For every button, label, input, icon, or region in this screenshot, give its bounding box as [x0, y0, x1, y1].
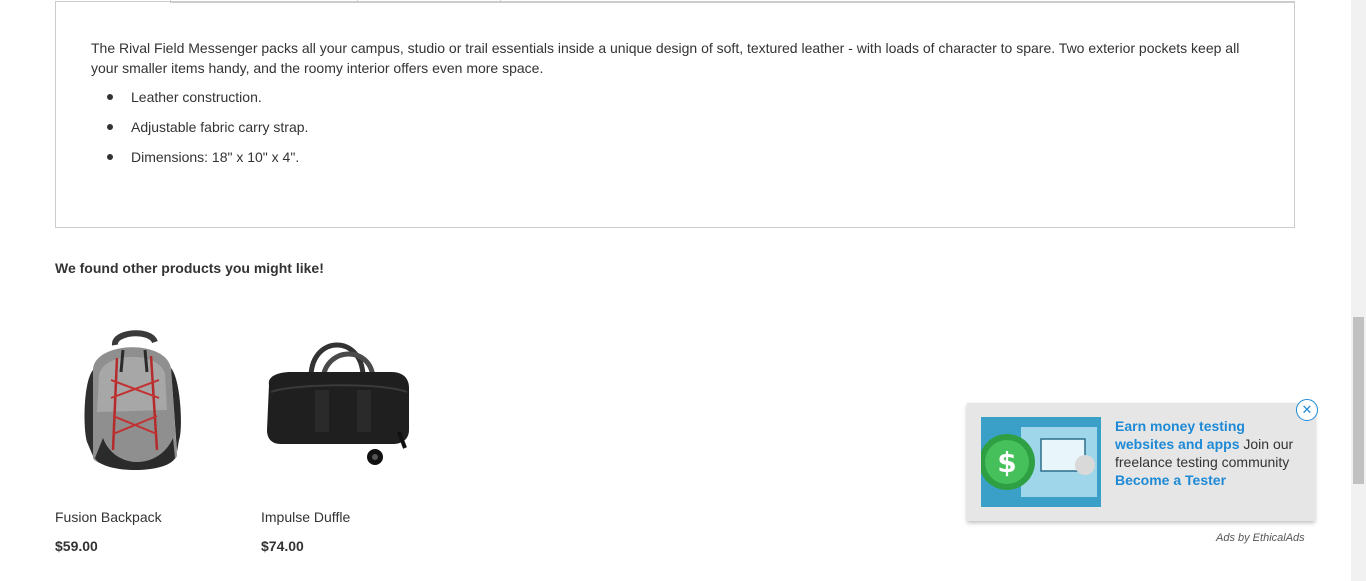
bullet-icon: [107, 94, 113, 100]
backpack-image[interactable]: [55, 320, 225, 485]
ad-headline-link[interactable]: Earn money testing websites and apps: [1115, 418, 1245, 452]
product-card-fusion-backpack[interactable]: Fusion Backpack $59.00: [55, 320, 225, 554]
close-icon[interactable]: ✕: [1296, 399, 1318, 421]
feature-item: Leather construction.: [107, 87, 308, 107]
product-description-panel: The Rival Field Messenger packs all your…: [55, 1, 1295, 228]
feature-text: Dimensions: 18" x 10" x 4".: [131, 149, 300, 165]
product-price: $74.00: [261, 538, 304, 554]
bullet-icon: [107, 124, 113, 130]
duffle-image[interactable]: [261, 320, 431, 485]
ethical-ad[interactable]: $ Earn money testing websites and apps J…: [967, 399, 1318, 521]
product-name-link[interactable]: Fusion Backpack: [55, 507, 162, 527]
feature-list: Leather construction. Adjustable fabric …: [91, 87, 308, 177]
ad-image[interactable]: $: [979, 417, 1101, 507]
product-price: $59.00: [55, 538, 98, 554]
scrollbar-thumb[interactable]: [1353, 317, 1364, 484]
product-description-text: The Rival Field Messenger packs all your…: [91, 40, 1240, 76]
ad-cta-link[interactable]: Become a Tester: [1115, 472, 1226, 488]
feature-item: Dimensions: 18" x 10" x 4".: [107, 147, 308, 167]
bullet-icon: [107, 154, 113, 160]
product-card-impulse-duffle[interactable]: Impulse Duffle $74.00: [261, 320, 431, 554]
feature-item: Adjustable fabric carry strap.: [107, 117, 309, 137]
feature-text: Adjustable fabric carry strap.: [131, 119, 309, 135]
ad-attribution-link[interactable]: Ads by EthicalAds: [1216, 530, 1305, 546]
related-products-title: We found other products you might like!: [55, 260, 324, 276]
product-name-link[interactable]: Impulse Duffle: [261, 507, 350, 527]
page-scrollbar[interactable]: [1351, 0, 1366, 581]
feature-text: Leather construction.: [131, 89, 262, 105]
ad-copy: Earn money testing websites and apps Joi…: [1115, 417, 1305, 489]
svg-text:$: $: [997, 446, 1016, 479]
